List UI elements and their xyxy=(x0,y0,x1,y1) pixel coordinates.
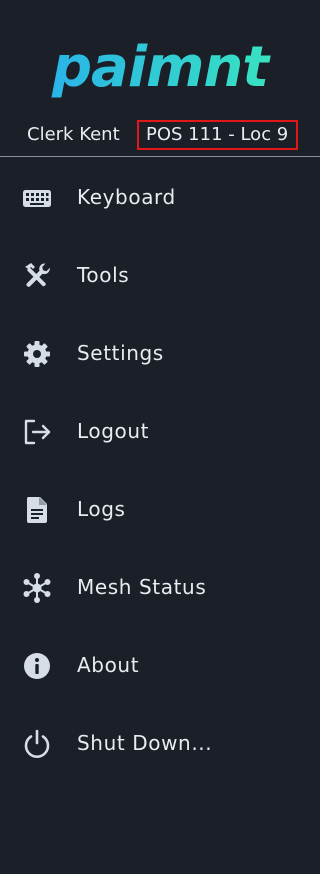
menu-item-keyboard[interactable]: Keyboard xyxy=(0,158,320,236)
clerk-name: Clerk Kent xyxy=(27,124,120,145)
menu-item-mesh-status[interactable]: Mesh Status xyxy=(0,548,320,626)
user-info: Clerk Kent POS 111 - Loc 9 xyxy=(0,120,320,150)
menu-label-mesh-status: Mesh Status xyxy=(77,575,207,599)
menu-item-shut-down[interactable]: Shut Down... xyxy=(0,704,320,782)
logout-icon xyxy=(21,416,53,448)
menu-label-logout: Logout xyxy=(77,419,150,443)
menu-label-about: About xyxy=(77,653,140,677)
terminal-location: POS 111 - Loc 9 xyxy=(146,124,289,145)
menu-item-logs[interactable]: Logs xyxy=(0,470,320,548)
menu-label-logs: Logs xyxy=(77,497,126,521)
menu-item-tools[interactable]: Tools xyxy=(0,236,320,314)
menu-label-tools: Tools xyxy=(77,263,130,287)
paimnt-logo: paimnt xyxy=(0,34,320,104)
logo-text: paimnt xyxy=(51,35,271,100)
menu-item-settings[interactable]: Settings xyxy=(0,314,320,392)
info-icon xyxy=(21,650,53,682)
mesh-network-icon xyxy=(21,572,53,604)
header-divider xyxy=(0,156,320,157)
keyboard-icon xyxy=(21,182,53,214)
side-menu: Keyboard Tools Settings Logout Logs Mesh… xyxy=(0,158,320,782)
menu-label-settings: Settings xyxy=(77,341,164,365)
document-icon xyxy=(21,494,53,526)
power-icon xyxy=(21,728,53,760)
terminal-location-badge: POS 111 - Loc 9 xyxy=(137,120,298,150)
gear-icon xyxy=(21,338,53,370)
menu-label-keyboard: Keyboard xyxy=(77,185,176,209)
menu-item-about[interactable]: About xyxy=(0,626,320,704)
tools-icon xyxy=(21,260,53,292)
menu-item-logout[interactable]: Logout xyxy=(0,392,320,470)
menu-label-shut-down: Shut Down... xyxy=(77,731,213,755)
